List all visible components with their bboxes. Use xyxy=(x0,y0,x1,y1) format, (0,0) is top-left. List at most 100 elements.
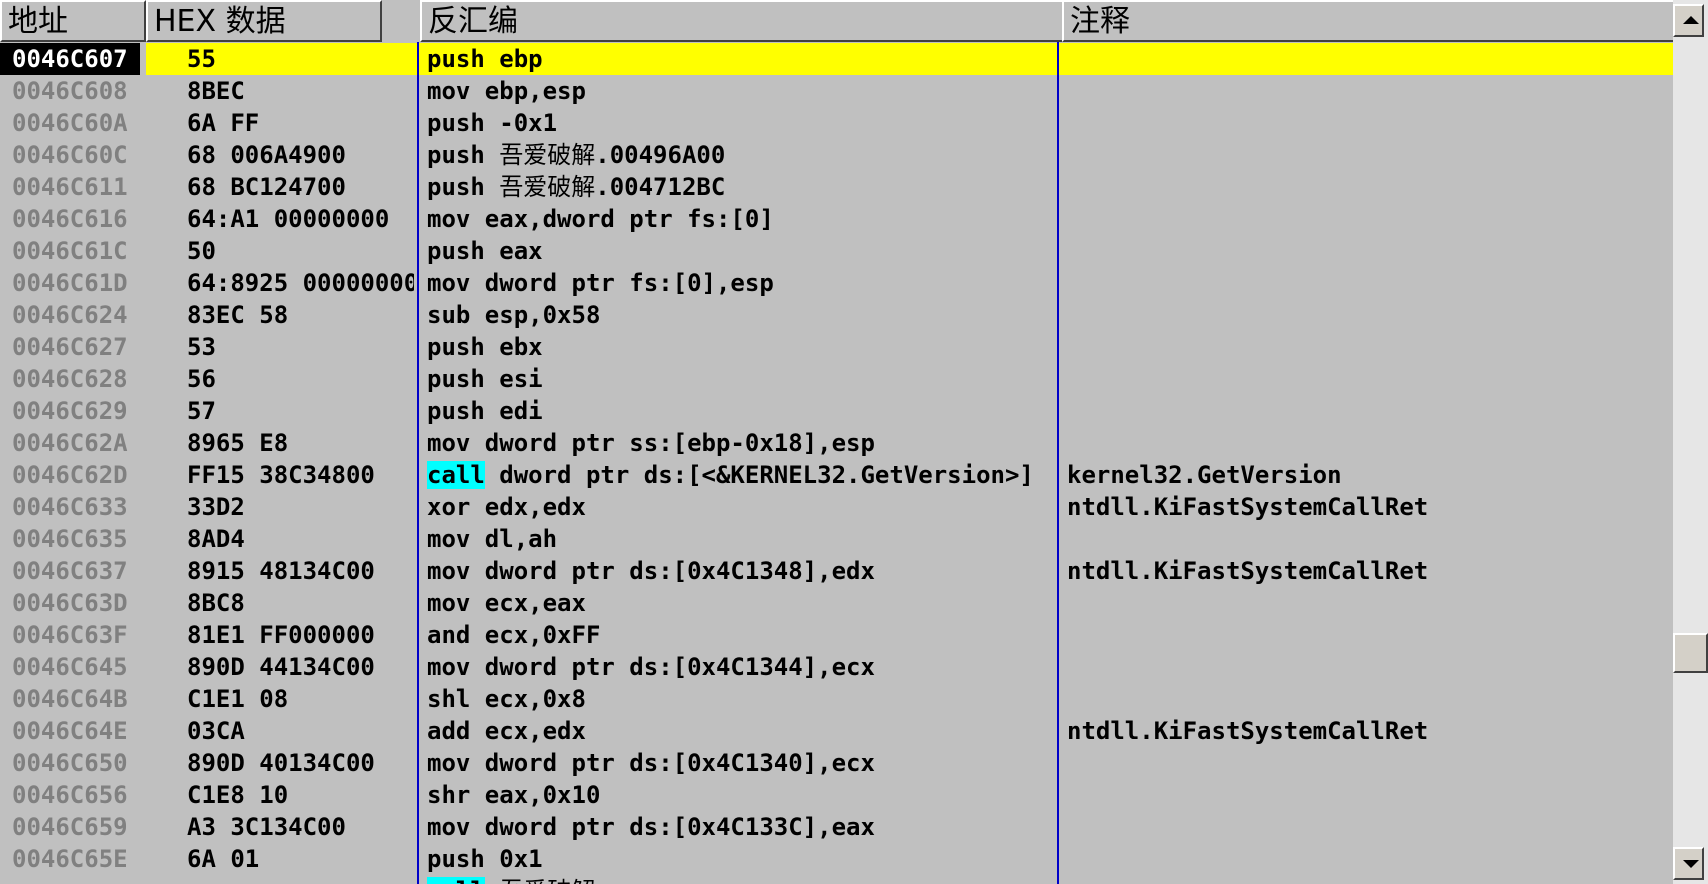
scroll-down-button[interactable] xyxy=(1673,847,1704,880)
instruction-hex-bytes[interactable]: 55 xyxy=(187,43,414,75)
instruction-hex-bytes[interactable]: 8915 48134C00 xyxy=(187,555,414,587)
instruction-row[interactable]: call 吾爱破解 xyxy=(0,875,1673,884)
instruction-row[interactable]: 0046C608 8BEC mov ebp,esp xyxy=(0,75,1673,107)
instruction-address[interactable]: 0046C65E xyxy=(12,843,138,875)
instruction-row[interactable]: 0046C63F 81E1 FF000000 and ecx,0xFF xyxy=(0,619,1673,651)
instruction-address[interactable]: 0046C60C xyxy=(12,139,138,171)
instruction-hex-bytes[interactable]: 53 xyxy=(187,331,414,363)
instruction-address[interactable]: 0046C659 xyxy=(12,811,138,843)
instruction-hex-bytes[interactable]: 83EC 58 xyxy=(187,299,414,331)
instruction-disassembly[interactable]: mov dword ptr ss:[ebp-0x18],esp xyxy=(427,427,1059,459)
instruction-address[interactable]: 0046C624 xyxy=(12,299,138,331)
instruction-address[interactable]: 0046C627 xyxy=(12,331,138,363)
instruction-disassembly[interactable]: xor edx,edx xyxy=(427,491,1059,523)
instruction-disassembly[interactable]: shl ecx,0x8 xyxy=(427,683,1059,715)
instruction-disassembly[interactable]: push 吾爱破解.004712BC xyxy=(427,171,1059,203)
instruction-hex-bytes[interactable]: 57 xyxy=(187,395,414,427)
instruction-comment[interactable]: ntdll.KiFastSystemCallRet xyxy=(1067,715,1667,747)
instruction-row[interactable]: 0046C60A 6A FF push -0x1 xyxy=(0,107,1673,139)
instruction-row[interactable]: 0046C656 C1E8 10 shr eax,0x10 xyxy=(0,779,1673,811)
instruction-hex-bytes[interactable]: 890D 40134C00 xyxy=(187,747,414,779)
instruction-disassembly[interactable]: push 吾爱破解.00496A00 xyxy=(427,139,1059,171)
instruction-hex-bytes[interactable]: A3 3C134C00 xyxy=(187,811,414,843)
instruction-address[interactable]: 0046C635 xyxy=(12,523,138,555)
instruction-row[interactable]: 0046C659 A3 3C134C00 mov dword ptr ds:[0x4… xyxy=(0,811,1673,843)
instruction-disassembly[interactable]: add ecx,edx xyxy=(427,715,1059,747)
instruction-comment[interactable] xyxy=(1067,235,1667,267)
instruction-disassembly[interactable]: mov ebp,esp xyxy=(427,75,1059,107)
instruction-comment[interactable] xyxy=(1067,683,1667,715)
instruction-row[interactable]: 0046C62D FF15 38C34800 call dword ptr ds:[… xyxy=(0,459,1673,491)
instruction-hex-bytes[interactable]: 8BC8 xyxy=(187,587,414,619)
instruction-address[interactable]: 0046C62A xyxy=(12,427,138,459)
instruction-comment[interactable] xyxy=(1067,587,1667,619)
instruction-row[interactable]: 0046C633 33D2 xor edx,edx ntdll.KiFastSyste… xyxy=(0,491,1673,523)
instruction-disassembly[interactable]: push edi xyxy=(427,395,1059,427)
instruction-row[interactable]: 0046C627 53 push ebx xyxy=(0,331,1673,363)
instruction-comment[interactable] xyxy=(1067,267,1667,299)
instruction-row[interactable]: 0046C63D 8BC8 mov ecx,eax xyxy=(0,587,1673,619)
instruction-row[interactable]: 0046C61C 50 push eax xyxy=(0,235,1673,267)
instruction-hex-bytes[interactable]: 68 BC124700 xyxy=(187,171,414,203)
instruction-disassembly[interactable]: push -0x1 xyxy=(427,107,1059,139)
instruction-disassembly[interactable]: push eax xyxy=(427,235,1059,267)
instruction-address[interactable]: 0046C637 xyxy=(12,555,138,587)
instruction-comment[interactable] xyxy=(1067,811,1667,843)
instruction-row[interactable]: 0046C628 56 push esi xyxy=(0,363,1673,395)
instruction-comment[interactable] xyxy=(1067,299,1667,331)
instruction-hex-bytes[interactable]: 8AD4 xyxy=(187,523,414,555)
instruction-disassembly[interactable]: mov dword ptr ds:[0x4C1344],ecx xyxy=(427,651,1059,683)
instruction-comment[interactable] xyxy=(1067,107,1667,139)
vertical-scrollbar[interactable] xyxy=(1673,0,1708,884)
instruction-disassembly[interactable]: call dword ptr ds:[<&KERNEL32.GetVersion… xyxy=(427,459,1059,491)
instruction-hex-bytes[interactable]: C1E1 08 xyxy=(187,683,414,715)
instruction-address[interactable]: 0046C645 xyxy=(12,651,138,683)
instruction-disassembly[interactable]: and ecx,0xFF xyxy=(427,619,1059,651)
column-header-comment[interactable]: 注释 xyxy=(1062,0,1673,42)
instruction-row[interactable]: 0046C60C 68 006A4900 push 吾爱破解.00496A00 xyxy=(0,139,1673,171)
instruction-row[interactable]: 0046C616 64:A1 00000000 mov eax,dword ptr … xyxy=(0,203,1673,235)
instruction-hex-bytes[interactable]: 64:8925 00000000 xyxy=(187,267,414,299)
instruction-disassembly[interactable]: push esi xyxy=(427,363,1059,395)
instruction-row[interactable]: 0046C611 68 BC124700 push 吾爱破解.004712BC xyxy=(0,171,1673,203)
instruction-row[interactable]: 0046C607 55 push ebp xyxy=(0,43,1673,75)
instruction-disassembly[interactable]: mov eax,dword ptr fs:[0] xyxy=(427,203,1059,235)
instruction-address[interactable]: 0046C616 xyxy=(12,203,138,235)
instruction-address[interactable]: 0046C607 xyxy=(0,43,140,75)
instruction-row[interactable]: 0046C65E 6A 01 push 0x1 xyxy=(0,843,1673,875)
instruction-hex-bytes[interactable]: 03CA xyxy=(187,715,414,747)
instruction-disassembly[interactable]: push 0x1 xyxy=(427,843,1059,875)
instruction-comment[interactable] xyxy=(1067,619,1667,651)
instruction-hex-bytes[interactable]: 8965 E8 xyxy=(187,427,414,459)
column-header-hex[interactable]: HEX 数据 xyxy=(146,0,382,42)
instruction-row[interactable]: 0046C645 890D 44134C00 mov dword ptr ds:[0… xyxy=(0,651,1673,683)
instruction-disassembly[interactable]: mov dl,ah xyxy=(427,523,1059,555)
instruction-address[interactable]: 0046C608 xyxy=(12,75,138,107)
instruction-address[interactable]: 0046C628 xyxy=(12,363,138,395)
instruction-comment[interactable] xyxy=(1067,43,1667,75)
instruction-comment[interactable]: kernel32.GetVersion xyxy=(1067,459,1667,491)
instruction-row[interactable]: 0046C629 57 push edi xyxy=(0,395,1673,427)
instruction-comment[interactable] xyxy=(1067,395,1667,427)
instruction-address[interactable]: 0046C656 xyxy=(12,779,138,811)
disassembly-pane[interactable]: 地址 HEX 数据 反汇编 注释 0046C607 55 push ebp 0046C… xyxy=(0,0,1673,884)
instruction-row[interactable]: 0046C64E 03CA add ecx,edx ntdll.KiFastSyste… xyxy=(0,715,1673,747)
instruction-hex-bytes[interactable] xyxy=(187,875,414,884)
instruction-comment[interactable] xyxy=(1067,75,1667,107)
instruction-hex-bytes[interactable]: 8BEC xyxy=(187,75,414,107)
column-header-disassembly[interactable]: 反汇编 xyxy=(420,0,1066,42)
instruction-disassembly[interactable]: push ebp xyxy=(427,43,1059,75)
instruction-disassembly[interactable]: mov dword ptr ds:[0x4C133C],eax xyxy=(427,811,1059,843)
instruction-address[interactable]: 0046C650 xyxy=(12,747,138,779)
instruction-comment[interactable] xyxy=(1067,203,1667,235)
instruction-comment[interactable] xyxy=(1067,427,1667,459)
instruction-disassembly[interactable]: mov dword ptr ds:[0x4C1340],ecx xyxy=(427,747,1059,779)
instruction-address[interactable]: 0046C62D xyxy=(12,459,138,491)
instruction-hex-bytes[interactable]: 50 xyxy=(187,235,414,267)
instruction-row[interactable]: 0046C64B C1E1 08 shl ecx,0x8 xyxy=(0,683,1673,715)
instruction-comment[interactable] xyxy=(1067,331,1667,363)
instruction-comment[interactable] xyxy=(1067,139,1667,171)
instruction-comment[interactable] xyxy=(1067,523,1667,555)
instruction-address[interactable]: 0046C64E xyxy=(12,715,138,747)
instruction-address[interactable]: 0046C61C xyxy=(12,235,138,267)
